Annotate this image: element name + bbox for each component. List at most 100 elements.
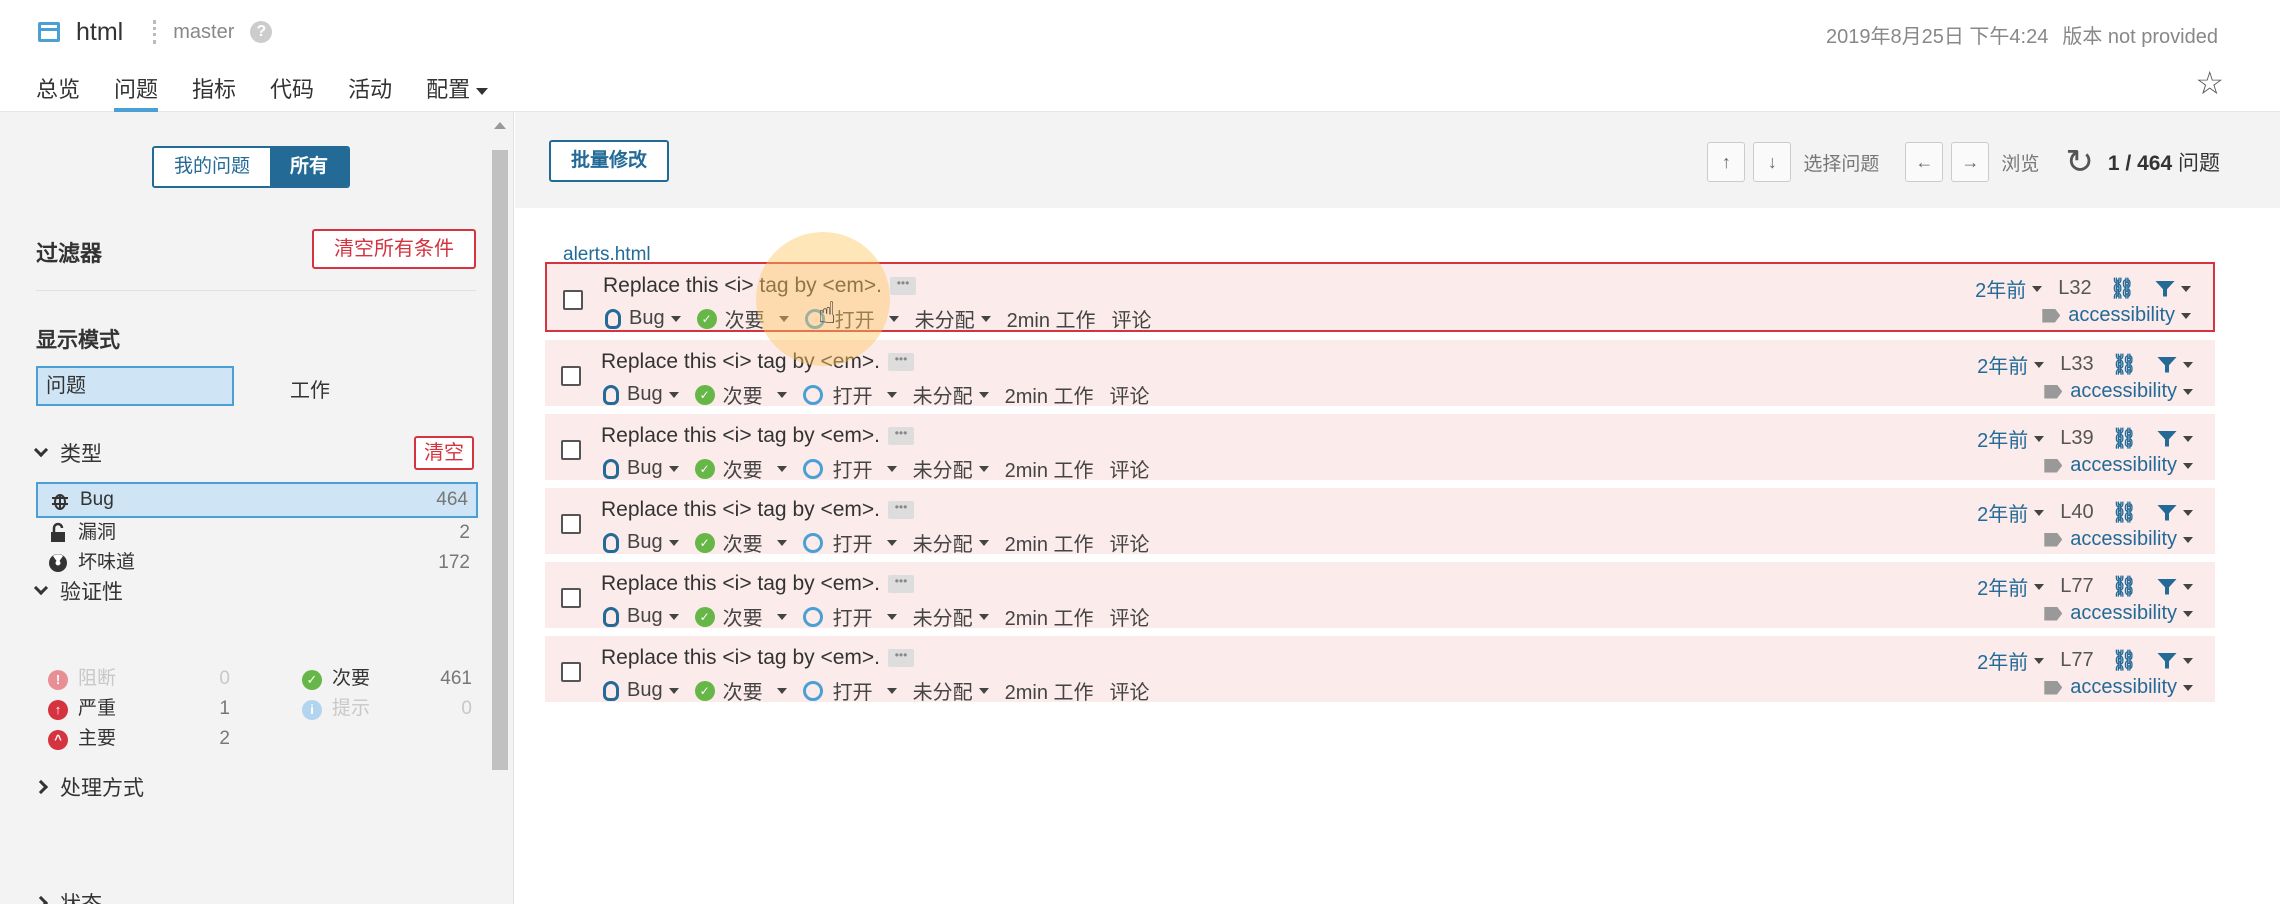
issue-comment-link[interactable]: 评论 — [1110, 454, 1150, 483]
filter-icon[interactable] — [2157, 356, 2177, 373]
arrow-right-key[interactable]: → — [1951, 142, 1990, 182]
filter-icon[interactable] — [2157, 652, 2177, 669]
issue-checkbox[interactable] — [561, 440, 581, 460]
issue-checkbox[interactable] — [561, 366, 581, 386]
issue-type-dropdown[interactable]: Bug — [603, 457, 679, 480]
permalink-icon[interactable]: ⛓ — [2112, 500, 2137, 525]
tab-measures[interactable]: 指标 — [192, 72, 236, 112]
permalink-icon[interactable]: ⛓ — [2112, 574, 2137, 599]
issue-severity-dropdown[interactable]: ✓ 次要 — [694, 454, 787, 483]
more-icon[interactable]: ••• — [888, 649, 914, 668]
filter-icon[interactable] — [2157, 578, 2177, 595]
display-mode-issues[interactable]: 问题 — [36, 366, 234, 406]
issue-type-dropdown[interactable]: Bug — [603, 383, 679, 406]
permalink-icon[interactable]: ⛓ — [2112, 426, 2137, 451]
more-icon[interactable]: ••• — [888, 353, 914, 372]
issue-item[interactable]: Replace this <i> tag by <em>. ••• Bug ✓ 次要… — [545, 488, 2215, 557]
issue-status-dropdown[interactable]: 打开 — [802, 676, 897, 705]
severity-major[interactable]: ^ 主要 2 — [36, 724, 236, 754]
all-issues-button[interactable]: 所有 — [270, 148, 349, 186]
permalink-icon[interactable]: ⛓ — [2110, 276, 2135, 301]
project-name[interactable]: html — [76, 18, 123, 47]
arrow-left-key[interactable]: ← — [1905, 142, 1944, 182]
scroll-up-icon[interactable] — [494, 122, 506, 129]
issue-tags-dropdown[interactable]: accessibility — [2044, 676, 2193, 699]
severity-blocker[interactable]: ! 阻断 0 — [36, 664, 236, 694]
issue-tags-dropdown[interactable]: accessibility — [2044, 380, 2193, 403]
type-item-bug[interactable]: Bug 464 — [36, 482, 478, 518]
issue-type-dropdown[interactable]: Bug — [603, 679, 679, 702]
permalink-icon[interactable]: ⛓ — [2112, 352, 2137, 377]
filter-icon[interactable] — [2157, 430, 2177, 447]
favorite-star-icon[interactable]: ☆ — [2195, 64, 2224, 102]
issue-tags-dropdown[interactable]: accessibility — [2044, 528, 2193, 551]
arrow-down-key[interactable]: ↓ — [1753, 142, 1792, 182]
scrollbar-thumb[interactable] — [492, 150, 508, 770]
bulk-change-button[interactable]: 批量修改 — [549, 140, 670, 182]
tab-activity[interactable]: 活动 — [348, 72, 392, 112]
tab-overview[interactable]: 总览 — [36, 72, 80, 112]
more-icon[interactable]: ••• — [890, 277, 916, 296]
issue-comment-link[interactable]: 评论 — [1112, 304, 1152, 333]
severity-critical[interactable]: ↑ 严重 1 — [36, 694, 236, 724]
sidebar-scrollbar[interactable] — [488, 122, 510, 902]
resolution-facet-header[interactable]: 处理方式 — [33, 772, 144, 802]
status-facet-header[interactable]: 状态 — [33, 888, 102, 904]
issue-item[interactable]: Replace this <i> tag by <em>. ••• Bug ✓ 次要… — [545, 414, 2215, 483]
issue-message[interactable]: Replace this <i> tag by <em>. — [601, 498, 880, 521]
tab-administration[interactable]: 配置 — [426, 72, 489, 112]
issue-message[interactable]: Replace this <i> tag by <em>. — [601, 424, 880, 447]
issue-comment-link[interactable]: 评论 — [1110, 380, 1150, 409]
my-issues-button[interactable]: 我的问题 — [154, 148, 271, 186]
issue-severity-dropdown[interactable]: ✓ 次要 — [694, 676, 787, 705]
issue-assignee-dropdown[interactable]: 未分配 — [913, 454, 989, 483]
issue-checkbox[interactable] — [563, 290, 583, 310]
severity-info[interactable]: i 提示 0 — [290, 694, 478, 724]
display-mode-effort[interactable]: 工作 — [290, 374, 330, 403]
refresh-icon[interactable]: ↻ — [2065, 142, 2094, 182]
issue-comment-link[interactable]: 评论 — [1110, 676, 1150, 705]
issue-age-dropdown[interactable]: 2年前 — [1977, 424, 2045, 453]
tab-code[interactable]: 代码 — [270, 72, 314, 112]
issue-assignee-dropdown[interactable]: 未分配 — [913, 528, 989, 557]
issue-item[interactable]: Replace this <i> tag by <em>. ••• Bug ✓ 次要… — [545, 636, 2215, 705]
severity-minor[interactable]: ✓ 次要 461 — [290, 664, 478, 694]
issue-checkbox[interactable] — [561, 588, 581, 608]
issue-message[interactable]: Replace this <i> tag by <em>. — [601, 572, 880, 595]
more-icon[interactable]: ••• — [888, 427, 914, 446]
issue-severity-dropdown[interactable]: ✓ 次要 — [694, 528, 787, 557]
arrow-up-key[interactable]: ↑ — [1707, 142, 1746, 182]
filter-icon[interactable] — [2157, 504, 2177, 521]
issue-age-dropdown[interactable]: 2年前 — [1977, 350, 2045, 379]
issue-status-dropdown[interactable]: 打开 — [802, 528, 897, 557]
issue-age-dropdown[interactable]: 2年前 — [1975, 274, 2043, 303]
tab-issues[interactable]: 问题 — [114, 72, 159, 112]
type-facet-header[interactable]: 类型 — [33, 438, 102, 468]
issue-checkbox[interactable] — [561, 514, 581, 534]
issue-status-dropdown[interactable]: 打开 — [802, 454, 897, 483]
issue-tags-dropdown[interactable]: accessibility — [2044, 602, 2193, 625]
clear-all-filters-button[interactable]: 清空所有条件 — [312, 229, 476, 269]
issue-assignee-dropdown[interactable]: 未分配 — [913, 380, 989, 409]
more-icon[interactable]: ••• — [888, 501, 914, 520]
issue-assignee-dropdown[interactable]: 未分配 — [915, 304, 991, 333]
issue-comment-link[interactable]: 评论 — [1110, 528, 1150, 557]
issue-status-dropdown[interactable]: 打开 — [802, 380, 897, 409]
issue-severity-dropdown[interactable]: ✓ 次要 — [694, 602, 787, 631]
issue-item[interactable]: Replace this <i> tag by <em>. ••• Bug ✓ 次要… — [545, 562, 2215, 631]
issue-assignee-dropdown[interactable]: 未分配 — [913, 602, 989, 631]
issue-type-dropdown[interactable]: Bug — [603, 531, 679, 554]
issue-message[interactable]: Replace this <i> tag by <em>. — [601, 646, 880, 669]
issue-tags-dropdown[interactable]: accessibility — [2042, 304, 2191, 327]
more-icon[interactable]: ••• — [888, 575, 914, 594]
issue-comment-link[interactable]: 评论 — [1110, 602, 1150, 631]
issue-age-dropdown[interactable]: 2年前 — [1977, 646, 2045, 675]
issue-age-dropdown[interactable]: 2年前 — [1977, 498, 2045, 527]
severity-facet-header[interactable]: 验证性 — [33, 576, 123, 606]
issue-tags-dropdown[interactable]: accessibility — [2044, 454, 2193, 477]
filter-icon[interactable] — [2155, 280, 2175, 297]
issue-type-dropdown[interactable]: Bug — [603, 605, 679, 628]
issue-type-dropdown[interactable]: Bug — [605, 307, 681, 330]
issue-assignee-dropdown[interactable]: 未分配 — [913, 676, 989, 705]
issue-age-dropdown[interactable]: 2年前 — [1977, 572, 2045, 601]
